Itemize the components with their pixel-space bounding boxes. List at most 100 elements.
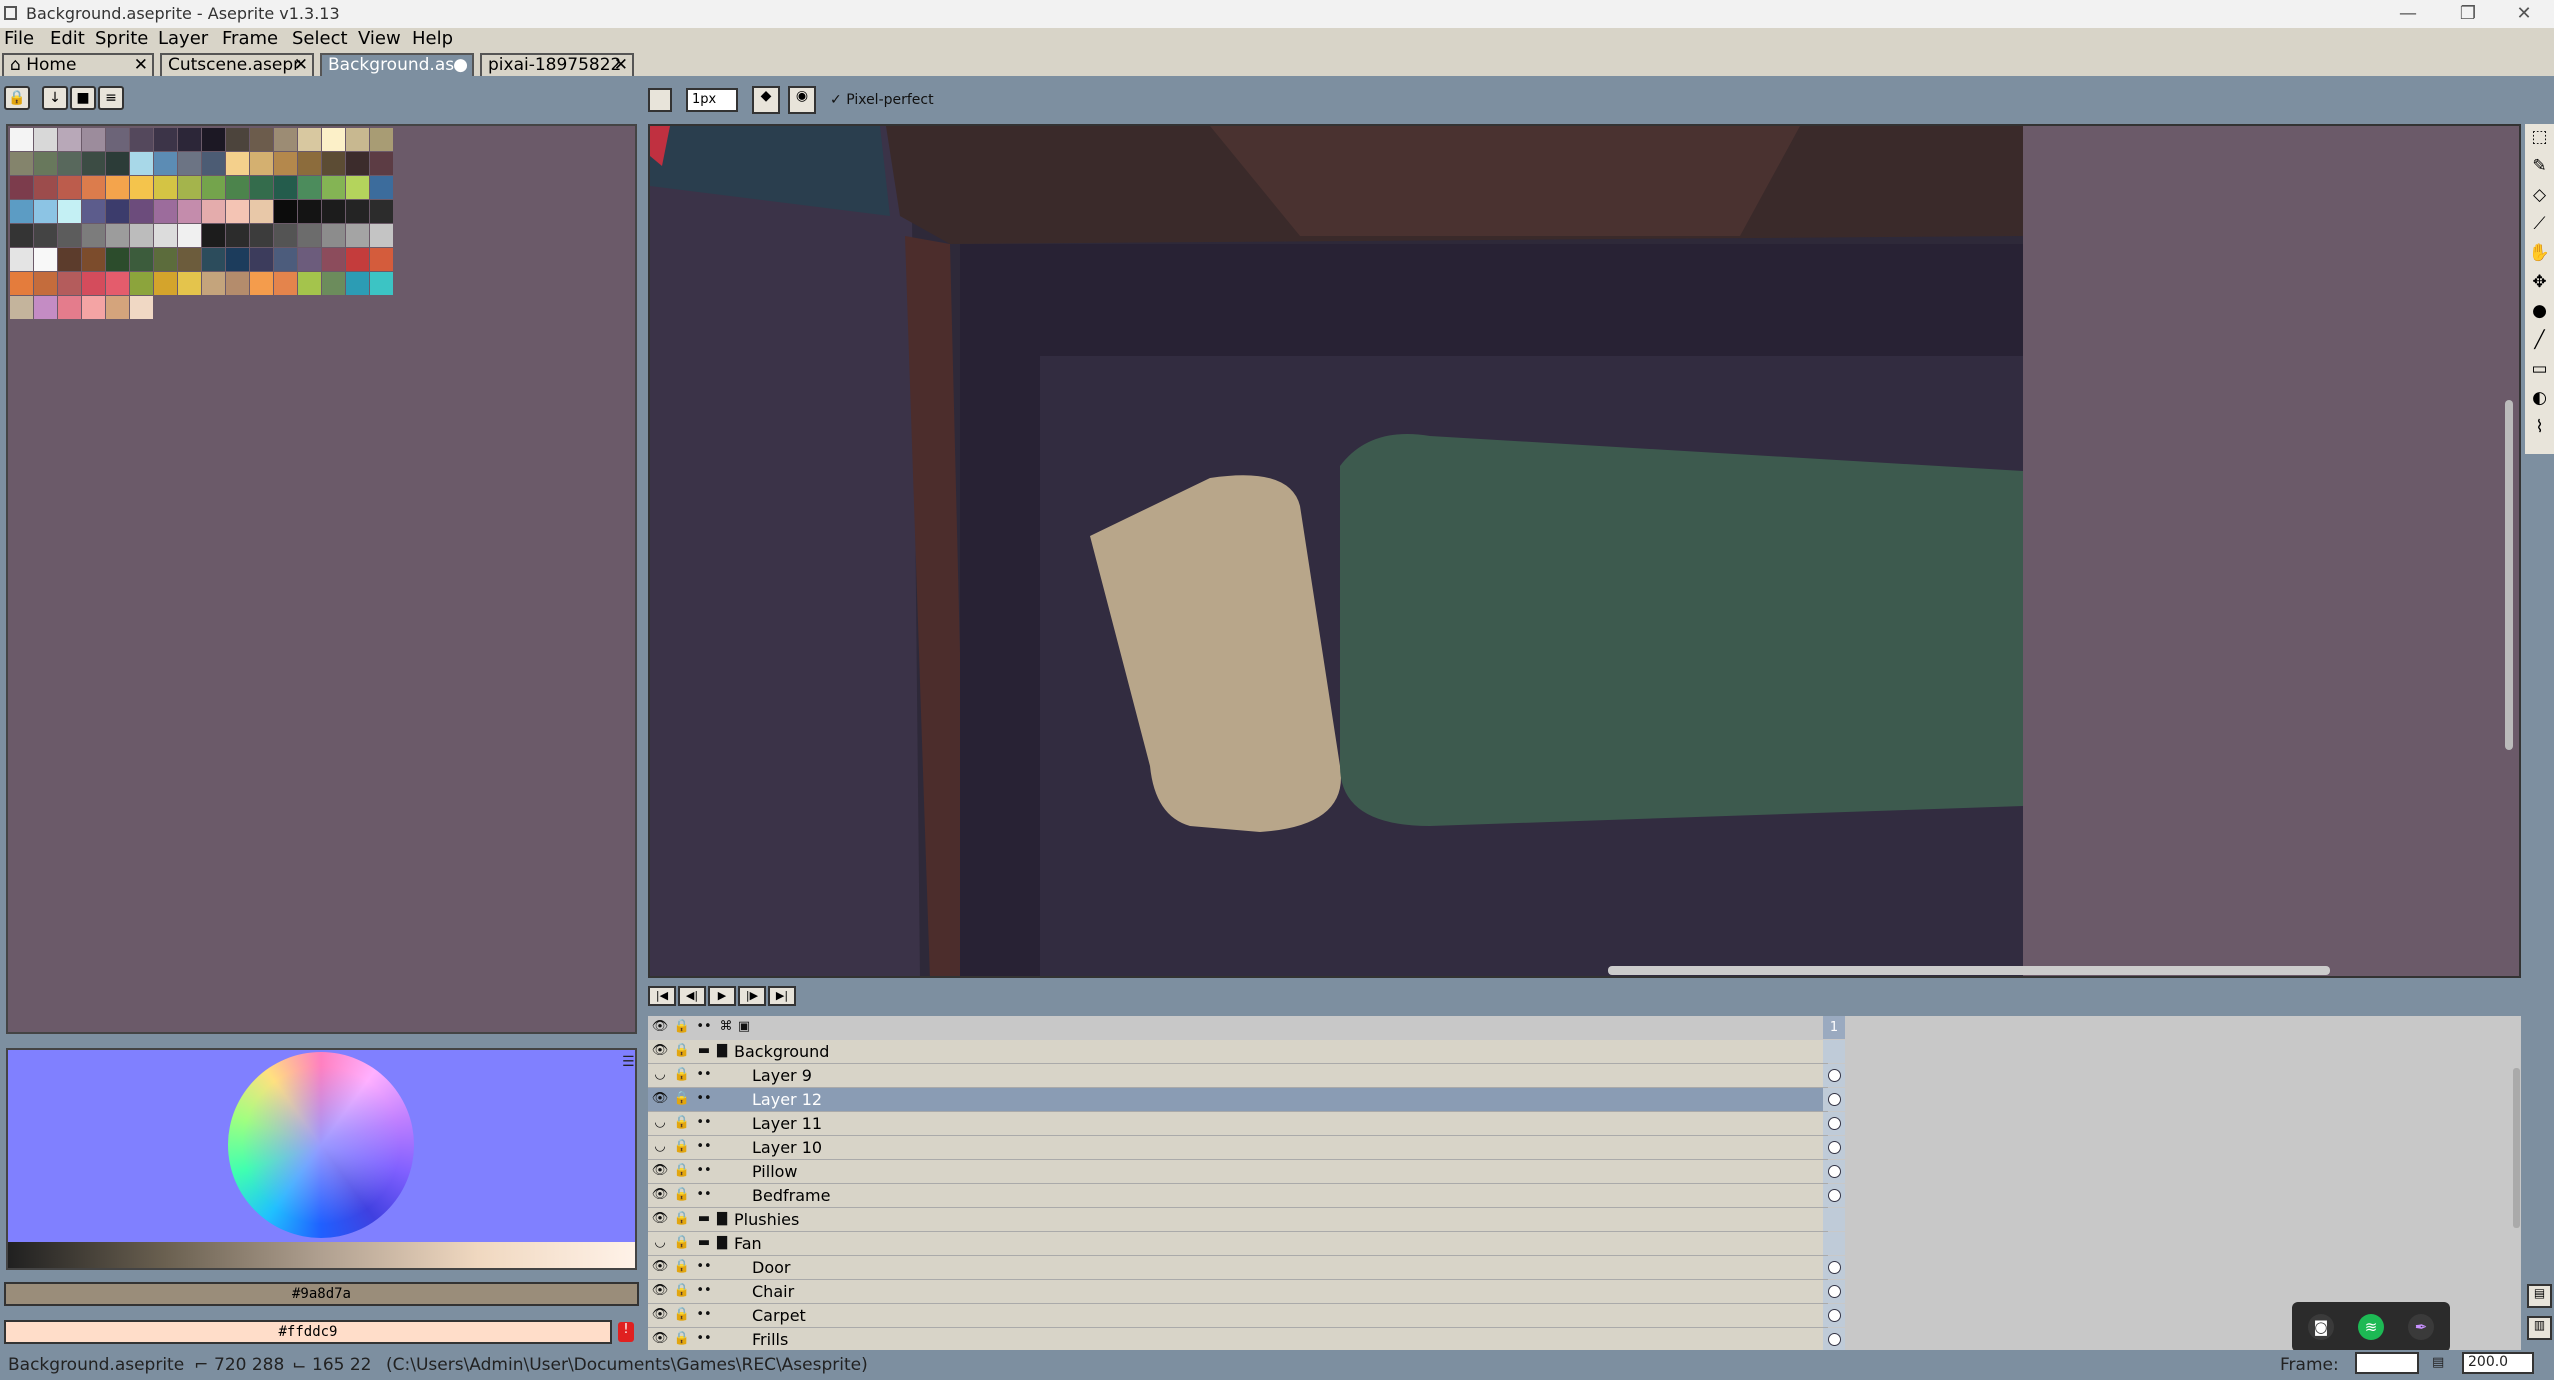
palette-swatch[interactable] xyxy=(202,152,225,175)
palette-swatch[interactable] xyxy=(250,224,273,247)
palette-menu-icon[interactable]: ≡ xyxy=(98,86,124,110)
palette-swatch[interactable] xyxy=(106,176,129,199)
layer-cel[interactable] xyxy=(1823,1304,1845,1327)
canvas-area[interactable] xyxy=(648,124,2521,978)
menu-view[interactable]: View xyxy=(358,28,401,50)
palette-swatch[interactable] xyxy=(58,200,81,223)
color-wheel-panel[interactable]: ☰ xyxy=(6,1048,637,1270)
palette-swatch[interactable] xyxy=(274,224,297,247)
palette-swatch[interactable] xyxy=(370,152,393,175)
eye-icon[interactable]: 👁 xyxy=(650,1042,670,1060)
palette-swatch[interactable] xyxy=(154,200,177,223)
palette-swatch[interactable] xyxy=(10,200,33,223)
palette-swatch[interactable] xyxy=(130,296,153,319)
palette-swatch[interactable] xyxy=(106,152,129,175)
palette-swatch[interactable] xyxy=(82,152,105,175)
folder-icon[interactable]: ▇ xyxy=(712,1042,732,1060)
palette-swatch[interactable] xyxy=(226,248,249,271)
layer-cel[interactable] xyxy=(1823,1160,1845,1183)
move-tool-icon[interactable]: ✥ xyxy=(2527,269,2552,295)
eyedropper-tool-icon[interactable]: ⟋ xyxy=(2527,211,2552,237)
continuous-icon[interactable]: •• xyxy=(694,1282,714,1300)
palette-swatch[interactable] xyxy=(154,224,177,247)
color-shade-slider[interactable] xyxy=(8,1242,635,1268)
color-wheel-menu-icon[interactable]: ☰ xyxy=(622,1054,635,1070)
palette-swatch[interactable] xyxy=(274,152,297,175)
eye-icon[interactable]: 👁 xyxy=(650,1186,670,1204)
contour-tool-icon[interactable]: ◐ xyxy=(2527,385,2552,411)
frame-header[interactable]: 1 xyxy=(1823,1016,1845,1039)
palette-swatch[interactable] xyxy=(298,248,321,271)
palette-swatch[interactable] xyxy=(178,272,201,295)
layer-cel[interactable] xyxy=(1823,1208,1845,1231)
palette-swatch[interactable] xyxy=(346,176,369,199)
palette-swatch[interactable] xyxy=(346,128,369,151)
palette-swatch[interactable] xyxy=(130,272,153,295)
palette-swatch[interactable] xyxy=(154,248,177,271)
onion-icon[interactable]: ▣ xyxy=(734,1018,754,1036)
layer-row[interactable]: 👁 🔒 •• Chair xyxy=(648,1280,1845,1304)
palette-swatch[interactable] xyxy=(322,248,345,271)
lock-palette-icon[interactable]: 🔒 xyxy=(4,86,30,110)
palette-swatch[interactable] xyxy=(250,152,273,175)
palette-swatch[interactable] xyxy=(34,152,57,175)
folder-icon[interactable]: ▇ xyxy=(712,1234,732,1252)
palette-swatch[interactable] xyxy=(82,176,105,199)
pencil-tool-icon[interactable]: ✎ xyxy=(2527,153,2552,179)
layer-cel[interactable] xyxy=(1823,1136,1845,1159)
palette-swatch[interactable] xyxy=(226,224,249,247)
close-tab-icon[interactable]: ✕ xyxy=(294,55,308,75)
ink-mode-icon[interactable]: ◉ xyxy=(788,86,816,114)
eye-icon[interactable]: 👁 xyxy=(650,1258,670,1276)
tab-cutscene[interactable]: Cutscene.asepr ✕ xyxy=(160,53,314,76)
palette-swatch[interactable] xyxy=(10,152,33,175)
lock-icon[interactable]: 🔒 xyxy=(672,1186,692,1204)
menu-layer[interactable]: Layer xyxy=(158,28,208,50)
palette-swatch[interactable] xyxy=(58,272,81,295)
palette-swatch[interactable] xyxy=(274,200,297,223)
hand-tool-icon[interactable]: ✋ xyxy=(2527,240,2552,266)
palette-swatch[interactable] xyxy=(130,224,153,247)
lock-icon[interactable]: 🔒 xyxy=(672,1210,692,1228)
first-frame-icon[interactable]: |◀ xyxy=(648,986,676,1006)
layer-row[interactable]: ◡ 🔒 •• Layer 9 xyxy=(648,1064,1845,1088)
palette-swatch[interactable] xyxy=(274,176,297,199)
palette-swatch[interactable] xyxy=(322,200,345,223)
palette-swatch[interactable] xyxy=(298,224,321,247)
continuous-icon[interactable]: ▬ xyxy=(694,1234,714,1252)
tab-home[interactable]: ⌂ Home ✕ xyxy=(2,53,154,76)
palette-swatch[interactable] xyxy=(130,200,153,223)
palette-swatch[interactable] xyxy=(346,272,369,295)
palette-swatch[interactable] xyxy=(82,200,105,223)
palette-swatch[interactable] xyxy=(298,128,321,151)
palette-swatch[interactable] xyxy=(130,152,153,175)
palette-options-icon[interactable]: ↓ xyxy=(42,86,68,110)
palette-swatch[interactable] xyxy=(10,224,33,247)
layer-cel[interactable] xyxy=(1823,1232,1845,1255)
layer-cel[interactable] xyxy=(1823,1040,1845,1063)
palette-swatch[interactable] xyxy=(370,128,393,151)
background-color[interactable]: #ffddc9 xyxy=(4,1320,612,1344)
pen-icon[interactable]: ✒ xyxy=(2408,1314,2434,1340)
pixel-perfect-checkbox[interactable]: ✓ Pixel-perfect xyxy=(830,92,934,108)
palette-swatch[interactable] xyxy=(322,224,345,247)
palette-swatch[interactable] xyxy=(58,296,81,319)
palette-swatch[interactable] xyxy=(34,224,57,247)
palette-swatch[interactable] xyxy=(298,272,321,295)
blur-tool-icon[interactable]: ⌇ xyxy=(2527,414,2552,440)
palette-swatch[interactable] xyxy=(370,200,393,223)
layer-cel[interactable] xyxy=(1823,1256,1845,1279)
palette-swatch[interactable] xyxy=(226,272,249,295)
layer-row[interactable]: ◡ 🔒 •• Layer 10 xyxy=(648,1136,1845,1160)
frame-input[interactable] xyxy=(2355,1352,2419,1374)
lock-icon[interactable]: 🔒 xyxy=(672,1114,692,1132)
palette-swatch[interactable] xyxy=(82,224,105,247)
palette-swatch[interactable] xyxy=(154,152,177,175)
palette-swatch[interactable] xyxy=(178,152,201,175)
palette-swatch[interactable] xyxy=(370,272,393,295)
palette-swatch[interactable] xyxy=(202,248,225,271)
sprite-canvas[interactable] xyxy=(650,126,2521,978)
maximize-button[interactable]: ❐ xyxy=(2440,0,2496,28)
palette-swatch[interactable] xyxy=(346,152,369,175)
palette-swatch[interactable] xyxy=(58,248,81,271)
